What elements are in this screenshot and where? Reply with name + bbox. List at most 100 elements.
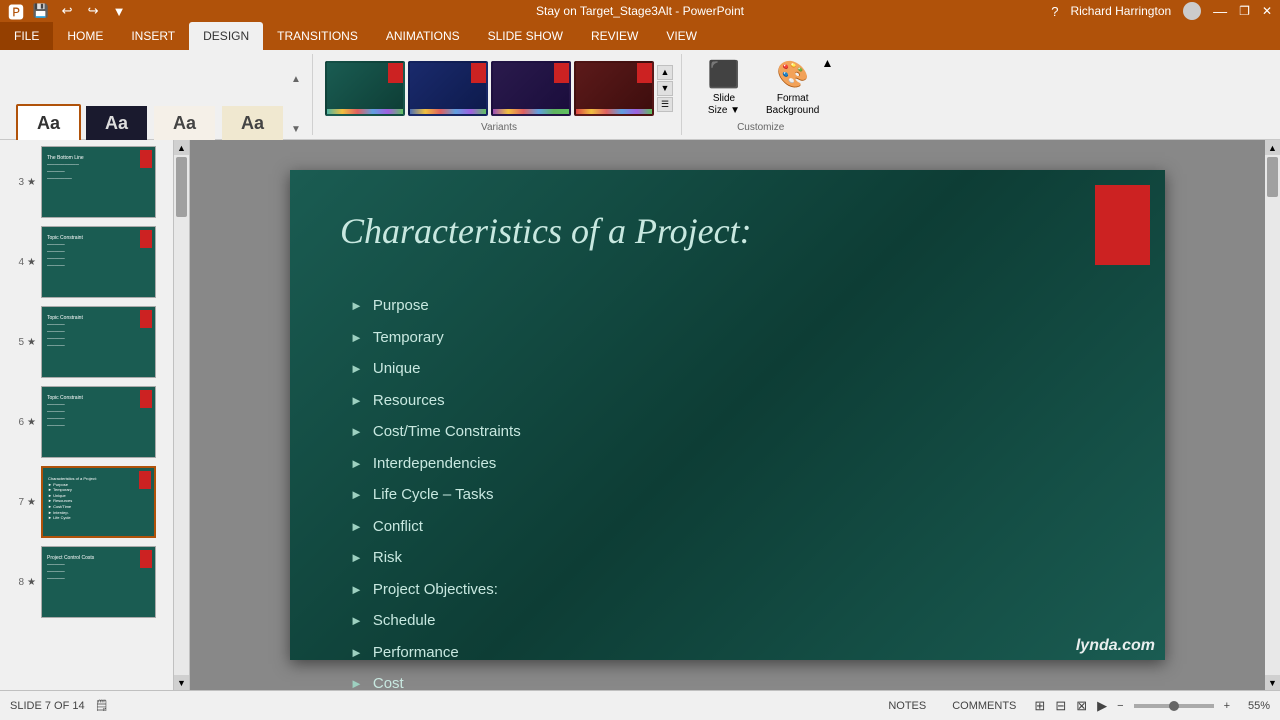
variant-2[interactable] bbox=[408, 61, 488, 116]
variants-label: Variants bbox=[481, 122, 517, 135]
bullet-purpose: ► Purpose bbox=[350, 290, 521, 322]
slide-thumb-4: Topic Constraint──────────────────── bbox=[41, 226, 156, 298]
bullet-text-purpose: Purpose bbox=[373, 290, 429, 322]
bullet-text-risk: Risk bbox=[373, 542, 402, 574]
view-normal-icon[interactable]: ⊞ bbox=[1034, 698, 1045, 714]
slide-viewport: Characteristics of a Project: ► Purpose … bbox=[190, 140, 1280, 690]
watermark: lynda.com bbox=[1076, 637, 1155, 655]
bullet-text-unique: Unique bbox=[373, 353, 421, 385]
format-bg-icon: 🎨 bbox=[777, 59, 809, 90]
slide-size-icon: ⬛ bbox=[708, 59, 740, 90]
bullet-arrow-icon-6: ► bbox=[350, 450, 363, 477]
tab-design[interactable]: DESIGN bbox=[189, 22, 263, 50]
tab-insert[interactable]: INSERT bbox=[117, 22, 189, 50]
notes-button[interactable]: NOTES bbox=[880, 698, 934, 714]
save-button[interactable]: 💾 bbox=[30, 0, 52, 22]
bullet-arrow-icon-10: ► bbox=[350, 576, 363, 603]
bullet-lifecycle: ► Life Cycle – Tasks bbox=[350, 479, 521, 511]
bullet-arrow-icon-5: ► bbox=[350, 418, 363, 445]
customize-qa-button[interactable]: ▼ bbox=[108, 0, 130, 22]
tab-transitions[interactable]: TRANSITIONS bbox=[263, 22, 372, 50]
bullet-schedule: ► Schedule bbox=[350, 605, 521, 637]
slide-thumb-6: Topic Constraint──────────────────── bbox=[41, 386, 156, 458]
main-scroll-down[interactable]: ▼ bbox=[1265, 675, 1280, 690]
redo-button[interactable]: ↪ bbox=[82, 0, 104, 22]
bullet-arrow-icon-12: ► bbox=[350, 639, 363, 666]
format-bg-label: FormatBackground bbox=[766, 93, 819, 117]
slide-panel-scrollbar: ▲ ▼ bbox=[174, 140, 189, 690]
bullet-resources: ► Resources bbox=[350, 385, 521, 417]
bullet-arrow-icon-13: ► bbox=[350, 670, 363, 690]
slide-title: Characteristics of a Project: bbox=[340, 210, 752, 252]
slide-star-5: ★ bbox=[27, 337, 39, 348]
bullet-conflict: ► Conflict bbox=[350, 511, 521, 543]
bullet-arrow-icon-3: ► bbox=[350, 355, 363, 382]
main-scroll-thumb[interactable] bbox=[1267, 157, 1278, 197]
view-reading-icon[interactable]: ⊠ bbox=[1076, 698, 1087, 714]
variant-1[interactable] bbox=[325, 61, 405, 116]
bullet-arrow-icon-7: ► bbox=[350, 481, 363, 508]
account-name[interactable]: Richard Harrington bbox=[1070, 4, 1171, 18]
slide-item-4[interactable]: 4 ★ Topic Constraint──────────────────── bbox=[4, 224, 169, 300]
slide-panel-scroll-down[interactable]: ▼ bbox=[174, 675, 189, 690]
slide-panel-scroll-thumb[interactable] bbox=[176, 157, 187, 217]
slide-size-label: SlideSize ▼ bbox=[708, 93, 740, 117]
restore-button[interactable]: ❐ bbox=[1239, 4, 1250, 18]
tab-review[interactable]: REVIEW bbox=[577, 22, 652, 50]
ribbon: FILE HOME INSERT DESIGN TRANSITIONS ANIM… bbox=[0, 22, 1280, 140]
view-fullscreen-icon[interactable]: ▶ bbox=[1097, 698, 1107, 714]
slide-num-3: 3 bbox=[6, 177, 24, 188]
slide-size-button[interactable]: ⬛ SlideSize ▼ bbox=[694, 55, 754, 121]
slide-item-6[interactable]: 6 ★ Topic Constraint──────────────────── bbox=[4, 384, 169, 460]
slide-item-8[interactable]: 8 ★ Project Control Costs─────────────── bbox=[4, 544, 169, 620]
statusbar-right: NOTES COMMENTS ⊞ ⊟ ⊠ ▶ − + 55% bbox=[880, 698, 1270, 714]
minimize-button[interactable]: — bbox=[1213, 3, 1227, 19]
bullet-cost: ► Cost bbox=[350, 668, 521, 690]
slide-panel-scroll-up[interactable]: ▲ bbox=[174, 140, 189, 155]
comments-button[interactable]: COMMENTS bbox=[944, 698, 1024, 714]
bullet-arrow-icon: ► bbox=[350, 292, 363, 319]
main-scroll-up[interactable]: ▲ bbox=[1265, 140, 1280, 155]
tab-home[interactable]: HOME bbox=[53, 22, 117, 50]
view-grid-icon[interactable]: ⊟ bbox=[1055, 698, 1066, 714]
variant-3[interactable] bbox=[491, 61, 571, 116]
zoom-level[interactable]: 55% bbox=[1240, 700, 1270, 712]
slide-thumb-7: Characteristics of a Project:► Purpose► … bbox=[41, 466, 156, 538]
zoom-in-icon[interactable]: + bbox=[1224, 700, 1230, 712]
slide-notes-toggle[interactable]: 🗒 bbox=[95, 699, 109, 712]
bullet-text-cost-time: Cost/Time Constraints bbox=[373, 416, 521, 448]
tab-slideshow[interactable]: SLIDE SHOW bbox=[474, 22, 577, 50]
zoom-out-icon[interactable]: − bbox=[1117, 700, 1123, 712]
themes-scroll-up[interactable]: ▲ bbox=[288, 54, 304, 104]
slide-item-3[interactable]: 3 ★ The Bottom Line───────────────────── bbox=[4, 144, 169, 220]
variants-scroll-down[interactable]: ▼ bbox=[657, 81, 673, 96]
zoom-slider[interactable] bbox=[1134, 704, 1214, 708]
format-background-button[interactable]: 🎨 FormatBackground bbox=[758, 55, 827, 121]
undo-button[interactable]: ↩ bbox=[56, 0, 78, 22]
variant-4[interactable] bbox=[574, 61, 654, 116]
help-icon[interactable]: ? bbox=[1051, 4, 1058, 19]
slide-item-5[interactable]: 5 ★ Topic Constraint──────────────────── bbox=[4, 304, 169, 380]
tab-animations[interactable]: ANIMATIONS bbox=[372, 22, 474, 50]
title-bar: 🅿 💾 ↩ ↪ ▼ Stay on Target_Stage3Alt - Pow… bbox=[0, 0, 1280, 22]
slide-info: SLIDE 7 OF 14 bbox=[10, 700, 85, 712]
variants-scroll-up[interactable]: ▲ bbox=[657, 65, 673, 80]
slide-star-6: ★ bbox=[27, 417, 39, 428]
tab-file[interactable]: FILE bbox=[0, 22, 53, 50]
slide-red-decoration bbox=[1095, 185, 1150, 265]
slide-star-7: ★ bbox=[27, 497, 39, 508]
slide-panel: 3 ★ The Bottom Line─────────────────────… bbox=[0, 140, 174, 690]
slide-num-6: 6 bbox=[6, 417, 24, 428]
slide-thumb-5: Topic Constraint──────────────────── bbox=[41, 306, 156, 378]
slide-canvas[interactable]: Characteristics of a Project: ► Purpose … bbox=[290, 170, 1165, 660]
variants-expand[interactable]: ☰ bbox=[657, 97, 673, 112]
bullet-performance: ► Performance bbox=[350, 637, 521, 669]
tab-view[interactable]: VIEW bbox=[652, 22, 711, 50]
slide-item-7[interactable]: 7 ★ Characteristics of a Project:► Purpo… bbox=[4, 464, 169, 540]
slide-num-7: 7 bbox=[6, 497, 24, 508]
slide-star-8: ★ bbox=[27, 577, 39, 588]
close-button[interactable]: ✕ bbox=[1262, 4, 1272, 18]
collapse-ribbon-button[interactable]: ▲ bbox=[821, 56, 833, 70]
bullet-cost-time: ► Cost/Time Constraints bbox=[350, 416, 521, 448]
bullet-temporary: ► Temporary bbox=[350, 322, 521, 354]
